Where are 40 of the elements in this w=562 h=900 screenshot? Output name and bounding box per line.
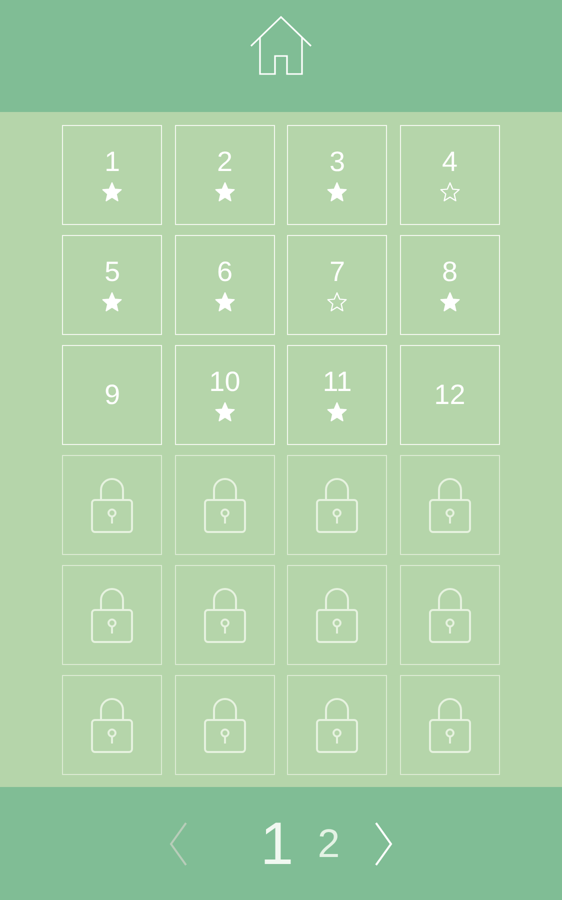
level-number: 6: [216, 257, 233, 287]
level-number: 3: [329, 147, 346, 177]
level-tile[interactable]: 7: [287, 235, 388, 335]
padlock-icon: [428, 586, 472, 644]
level-number: 4: [442, 147, 458, 177]
level-tile[interactable]: 4: [400, 125, 500, 225]
padlock-icon: [202, 586, 247, 644]
level-tile[interactable]: 3: [287, 125, 388, 225]
padlock-icon: [428, 696, 472, 754]
level-number: 5: [104, 257, 120, 287]
level-number: 11: [322, 367, 352, 397]
padlock-icon: [202, 476, 247, 534]
level-tile[interactable]: 2: [174, 125, 275, 225]
padlock-icon: [315, 586, 360, 644]
level-tile[interactable]: 10: [174, 345, 275, 445]
level-tile[interactable]: 12: [400, 345, 500, 445]
level-tile[interactable]: 5: [62, 235, 162, 335]
padlock-icon: [428, 476, 472, 534]
level-number: 7: [329, 257, 346, 287]
level-tile[interactable]: 8: [400, 235, 500, 335]
padlock-icon: [90, 586, 134, 644]
padlock-icon: [315, 696, 360, 754]
level-number: 8: [442, 257, 458, 287]
level-number: 12: [434, 380, 466, 410]
padlock-icon: [202, 696, 247, 754]
level-number: 10: [209, 367, 240, 397]
level-tile[interactable]: 6: [174, 235, 275, 335]
page-number[interactable]: 1: [260, 812, 294, 876]
next-page-icon[interactable]: [374, 822, 394, 866]
home-icon[interactable]: [250, 16, 312, 76]
padlock-icon: [90, 696, 134, 754]
level-tile[interactable]: 9: [62, 345, 162, 445]
level-tile[interactable]: 11: [287, 345, 388, 445]
level-number: 9: [104, 380, 120, 410]
level-number: 1: [104, 147, 120, 177]
level-number: 2: [216, 147, 233, 177]
level-tile[interactable]: 1: [62, 125, 162, 225]
padlock-icon: [90, 476, 134, 534]
page-number[interactable]: 2: [318, 822, 340, 866]
padlock-icon: [315, 476, 360, 534]
